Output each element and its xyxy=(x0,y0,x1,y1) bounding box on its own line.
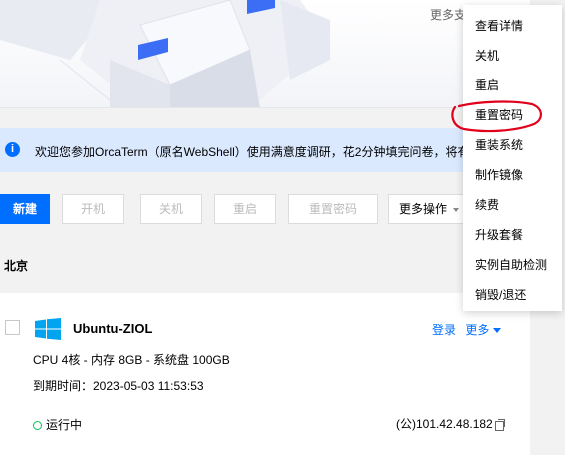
instance-ip-text: (公)101.42.48.182 xyxy=(396,417,493,431)
chevron-down-icon xyxy=(453,207,460,212)
survey-notice-bar: i 欢迎您参加OrcaTerm（原名WebShell）使用满意度调研，花2分钟填… xyxy=(0,128,530,172)
menu-item-shutdown[interactable]: 关机 xyxy=(475,47,499,64)
menu-item-self-check[interactable]: 实例自助检测 xyxy=(475,256,547,273)
chevron-down-icon xyxy=(493,328,502,334)
new-instance-button[interactable]: 新建 xyxy=(0,194,50,224)
hero-more-text[interactable]: 更多支 xyxy=(430,6,466,23)
instance-spec: CPU 4核 - 内存 8GB - 系统盘 100GB xyxy=(33,353,230,367)
menu-item-restart[interactable]: 重启 xyxy=(475,76,499,93)
menu-item-reinstall-system[interactable]: 重装系统 xyxy=(475,136,523,153)
menu-item-create-image[interactable]: 制作镜像 xyxy=(475,166,523,183)
instance-actions: 登录 更多 xyxy=(432,321,502,338)
region-label: 北京 xyxy=(4,259,29,273)
instance-status: 运行中 xyxy=(33,416,82,433)
info-icon: i xyxy=(5,142,20,157)
instance-expire-time: 到期时间：2023-05-03 11:53:53 xyxy=(33,379,204,393)
section-gap xyxy=(0,108,530,128)
instance-name[interactable]: Ubuntu-ZIOL xyxy=(73,321,152,336)
start-button[interactable]: 开机 xyxy=(62,194,124,224)
login-link[interactable]: 登录 xyxy=(432,321,456,338)
survey-notice-text[interactable]: 欢迎您参加OrcaTerm（原名WebShell）使用满意度调研，花2分钟填完问… xyxy=(35,143,470,160)
hero-banner: 更多支 xyxy=(0,0,530,108)
instance-toolbar: 新建 开机 关机 重启 重置密码 更多操作 xyxy=(0,194,530,226)
more-actions-menu: 查看详情 关机 重启 重置密码 重装系统 制作镜像 续费 升级套餐 实例自助检测… xyxy=(463,5,562,311)
menu-item-renew[interactable]: 续费 xyxy=(475,196,499,213)
instance-card: Ubuntu-ZIOL 登录 更多 CPU 4核 - 内存 8GB - 系统盘 … xyxy=(0,293,530,455)
instance-select-checkbox[interactable] xyxy=(5,320,20,335)
instance-more-label: 更多 xyxy=(465,323,490,337)
reset-password-button[interactable]: 重置密码 xyxy=(288,194,378,224)
windows-icon xyxy=(35,318,61,340)
instance-more-link[interactable]: 更多 xyxy=(465,321,502,338)
menu-item-upgrade-plan[interactable]: 升级套餐 xyxy=(475,226,523,243)
shutdown-button[interactable]: 关机 xyxy=(140,194,202,224)
restart-button[interactable]: 重启 xyxy=(214,194,276,224)
instance-status-label: 运行中 xyxy=(46,418,83,432)
menu-item-reset-password[interactable]: 重置密码 xyxy=(475,106,523,123)
menu-item-destroy-return[interactable]: 销毁/退还 xyxy=(475,286,526,303)
more-actions-dropdown[interactable]: 更多操作 xyxy=(388,194,468,224)
copy-icon[interactable] xyxy=(494,419,505,431)
menu-item-view-details[interactable]: 查看详情 xyxy=(475,17,523,34)
status-running-icon xyxy=(33,421,42,430)
instance-public-ip: (公)101.42.48.182 xyxy=(396,415,505,432)
more-actions-label: 更多操作 xyxy=(399,202,448,216)
